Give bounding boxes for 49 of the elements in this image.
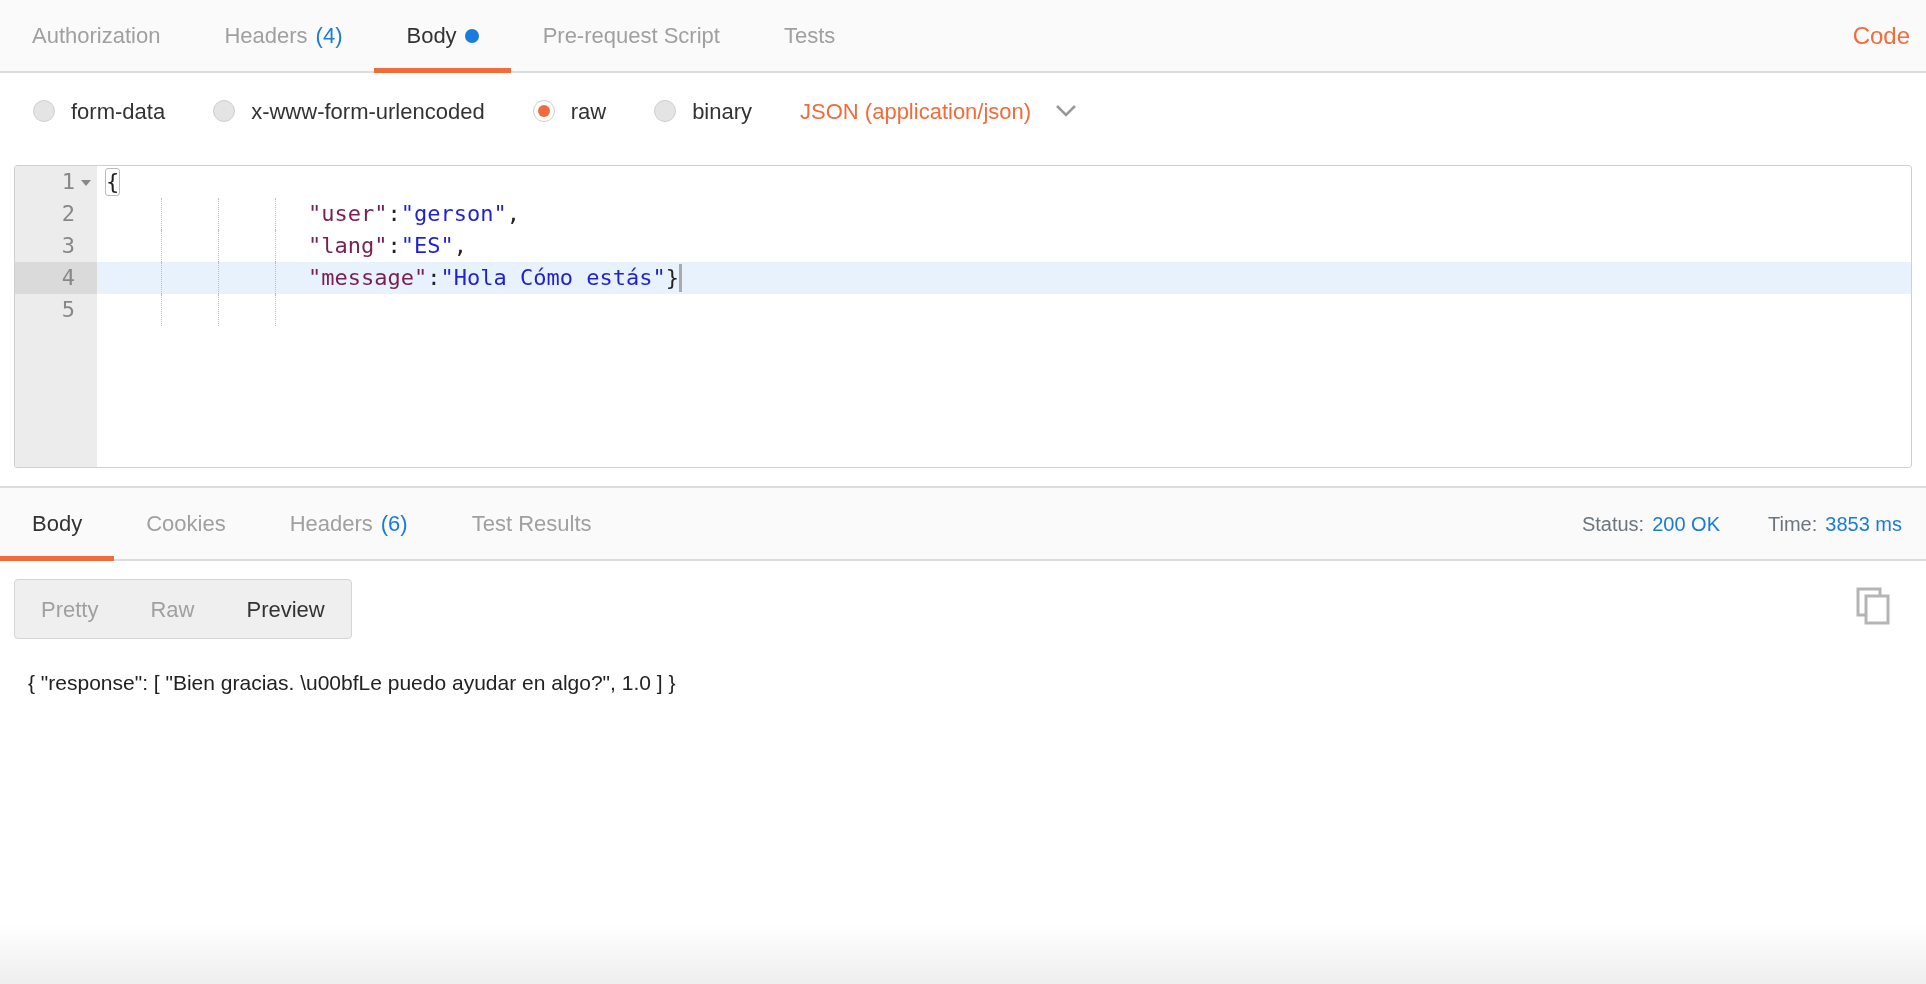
time-label: Time: — [1768, 511, 1818, 537]
line-number: 3 — [60, 232, 76, 260]
count-label: (4) — [315, 22, 343, 50]
status-value: 200 OK — [1652, 511, 1720, 537]
tab[interactable]: Pre-request Script — [510, 0, 752, 71]
view-mode-button[interactable]: Raw — [124, 580, 221, 638]
code-token: "user" — [308, 200, 388, 228]
line-number: 4 — [15, 262, 97, 294]
code-token: "message" — [308, 264, 428, 292]
copy-icon[interactable] — [1856, 587, 1890, 625]
radio-option[interactable]: binary — [654, 94, 753, 128]
radio-option[interactable]: x-www-form-urlencoded — [213, 94, 485, 128]
view-mode-button[interactable]: Preview — [220, 580, 351, 638]
content-type-dropdown[interactable]: JSON (application/json) — [800, 94, 1078, 128]
radio-option[interactable]: raw — [532, 94, 607, 128]
tab[interactable]: Headers (4) — [192, 0, 375, 71]
count-label: (6) — [380, 510, 408, 538]
fold-caret-icon[interactable] — [81, 180, 91, 186]
tab[interactable]: Headers (6) — [257, 488, 440, 559]
chevron-down-icon — [1055, 104, 1078, 118]
response-text: { "response": [ "Bien gracias. \u00bfLe puedo ayudar en algo?", 1.0 ] } — [27, 670, 677, 696]
view-mode-button[interactable]: Pretty — [15, 580, 125, 638]
code-token: : — [387, 232, 401, 260]
line-number: 1 — [15, 166, 97, 198]
tab[interactable]: Cookies — [114, 488, 258, 559]
text-cursor — [678, 264, 682, 292]
modified-dot-icon — [464, 28, 479, 43]
line-number: 2 — [60, 200, 76, 228]
code-token: "ES" — [400, 232, 454, 260]
radio-option[interactable]: form-data — [33, 94, 166, 128]
code-token: : — [387, 200, 401, 228]
code-token: , — [453, 232, 467, 260]
code-token: "gerson" — [400, 200, 507, 228]
code-editor[interactable]: 1 2 3 4 5 { "user":"gerson", "lang":"ES", "message":"Hola Cómo estás"} — [14, 165, 1912, 468]
line-number: 5 — [60, 296, 76, 324]
tab[interactable]: Test Results — [439, 488, 624, 559]
code-token: "Hola Cómo estás" — [440, 264, 666, 292]
code-token: { — [105, 168, 121, 196]
status-label: Status: — [1581, 511, 1645, 537]
time-value: 3853 ms — [1825, 511, 1902, 537]
code-token: } — [665, 264, 679, 292]
tab[interactable]: Body — [374, 0, 511, 71]
tab[interactable]: Tests — [751, 0, 868, 71]
tab[interactable]: Authorization — [0, 0, 193, 71]
code-link[interactable]: Code — [1836, 0, 1926, 71]
code-token: , — [506, 200, 520, 228]
code-token: "lang" — [308, 232, 388, 260]
code-token: : — [427, 264, 441, 292]
tab[interactable]: Body — [0, 488, 115, 559]
